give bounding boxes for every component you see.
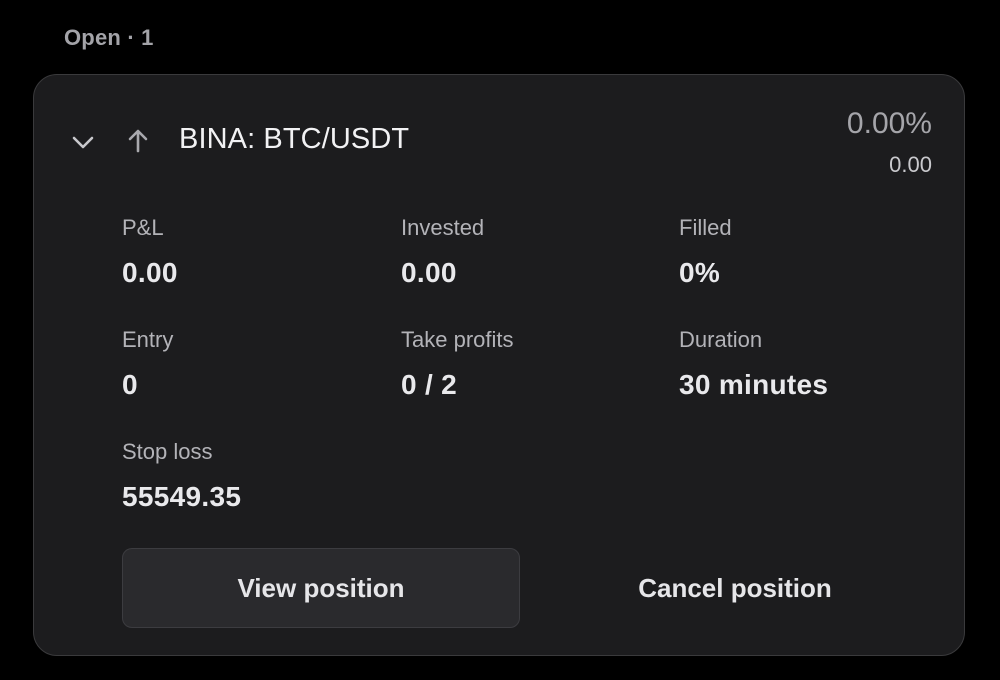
metric-label: P&L [122, 215, 164, 240]
view-position-button[interactable]: View position [122, 548, 520, 628]
metric-value: 0% [679, 257, 721, 288]
metric-value: 0 / 2 [401, 369, 457, 400]
metric-value: 0.00 [122, 257, 178, 288]
metric-value: 0 [122, 369, 138, 400]
metric-label: Filled [679, 215, 732, 240]
pair-title: BINA: BTC/USDT [179, 123, 410, 155]
metric-label: Entry [122, 327, 174, 352]
metric-value: 30 minutes [679, 369, 829, 400]
cancel-position-button[interactable]: Cancel position [565, 548, 905, 628]
metric-pnl: P&L 0.00 [122, 215, 178, 288]
metric-label: Duration [679, 327, 763, 352]
metric-label: Invested [401, 215, 485, 240]
position-card: BINA: BTC/USDT 0.00% 0.00 P&L 0.00 Inves… [33, 74, 965, 656]
arrow-up-icon [126, 127, 150, 155]
section-label: Open · 1 [64, 25, 154, 50]
metric-filled: Filled 0% [679, 215, 732, 288]
metric-value: 0.00 [401, 257, 457, 288]
metric-invested: Invested 0.00 [401, 215, 484, 288]
pnl-value: 0.00 [889, 152, 932, 177]
metric-entry: Entry 0 [122, 327, 173, 400]
pnl-percent: 0.00% [846, 107, 932, 140]
metric-stop-loss: Stop loss 55549.35 [122, 439, 241, 512]
chevron-down-icon[interactable] [68, 127, 98, 157]
metric-label: Take profits [401, 327, 514, 352]
metric-value: 55549.35 [122, 481, 242, 512]
metric-label: Stop loss [122, 439, 213, 464]
metric-duration: Duration 30 minutes [679, 327, 828, 400]
metric-take-profits: Take profits 0 / 2 [401, 327, 514, 400]
